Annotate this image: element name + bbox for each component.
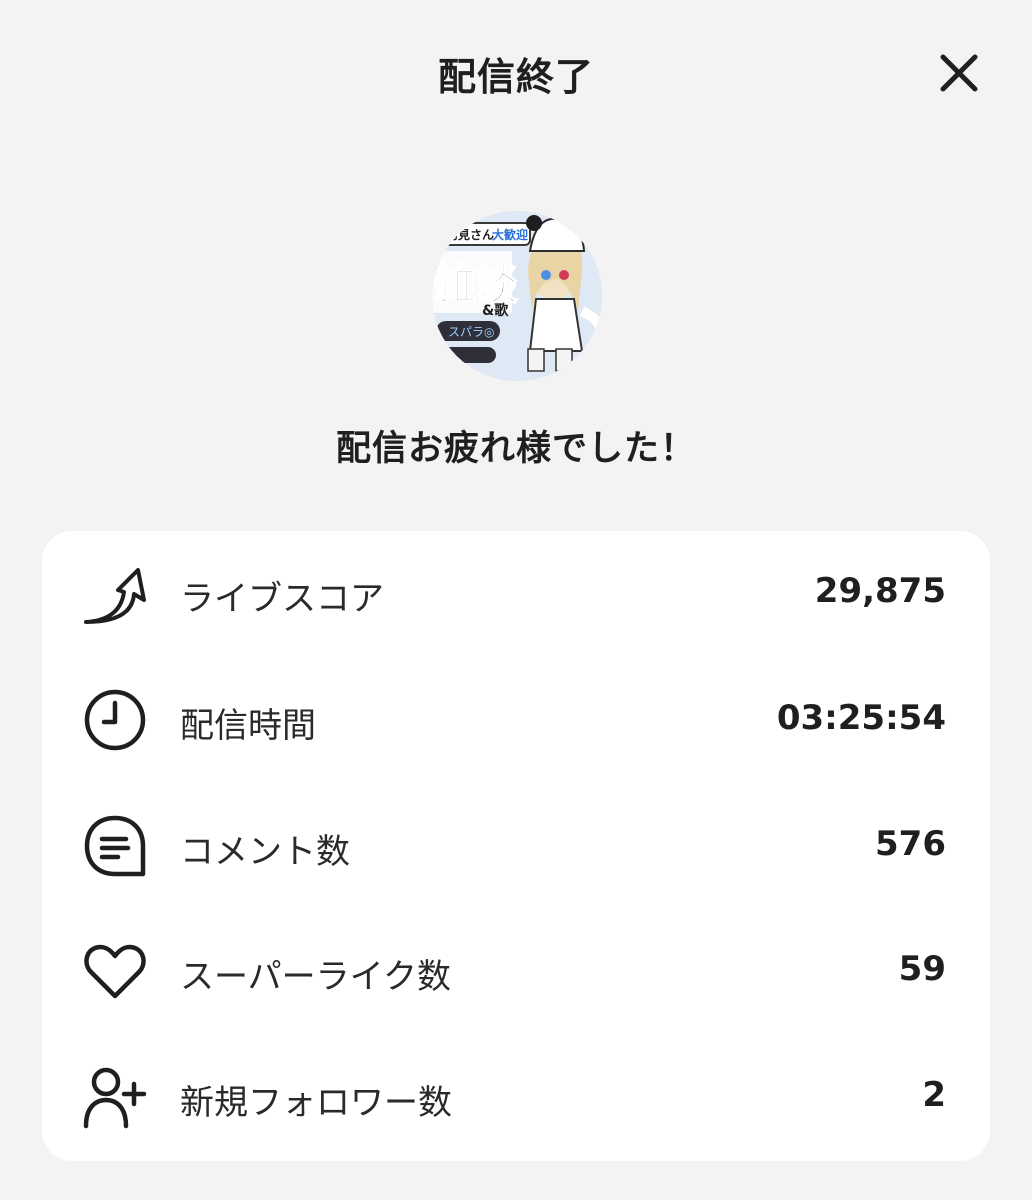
avatar-text-1: 初見さん	[446, 227, 494, 242]
avatar[interactable]: 初見さん 大歓迎 雑談 &歌 スパラ◎	[432, 211, 602, 381]
stat-value: 2	[922, 1075, 946, 1115]
heart-icon	[84, 944, 146, 999]
stat-label: スーパーライク数	[180, 957, 451, 997]
stat-label: 新規フォロワー数	[180, 1083, 452, 1123]
stat-row-live-score: ライブスコア 29,875	[42, 537, 990, 647]
stat-value: 29,875	[814, 571, 946, 611]
live-score-arrow-icon	[84, 568, 146, 624]
close-button[interactable]	[934, 48, 984, 98]
stat-row-comments: コメント数 576	[42, 790, 990, 900]
avatar-text-3: 雑談	[433, 260, 518, 309]
stat-label: コメント数	[180, 832, 350, 872]
stat-value: 59	[898, 949, 946, 989]
clock-icon	[84, 689, 146, 751]
avatar-text-5: スパラ◎	[448, 325, 494, 339]
stat-row-stream-time: 配信時間 03:25:54	[42, 664, 990, 774]
page-title: 配信終了	[437, 55, 594, 99]
header: 配信終了	[0, 0, 1032, 150]
stat-row-super-likes: スーパーライク数 59	[42, 915, 990, 1025]
stat-row-new-followers: 新規フォロワー数 2	[42, 1041, 990, 1151]
comment-icon	[84, 815, 146, 877]
stat-value: 576	[875, 824, 946, 864]
thank-you-message: 配信お疲れ様でした！	[335, 429, 696, 469]
avatar-text-2: 大歓迎	[492, 227, 528, 242]
avatar-text-4: &歌	[482, 302, 509, 319]
stats-card: ライブスコア 29,875 配信時間 03:25:54 コメント数 576 スー…	[42, 531, 990, 1161]
stat-value: 03:25:54	[776, 698, 946, 738]
stat-label: ライブスコア	[180, 579, 384, 619]
stat-label: 配信時間	[180, 706, 316, 746]
stream-thumbnail-image: 初見さん 大歓迎 雑談 &歌 スパラ◎	[432, 211, 602, 381]
add-user-icon	[83, 1067, 147, 1129]
close-icon	[940, 54, 978, 92]
